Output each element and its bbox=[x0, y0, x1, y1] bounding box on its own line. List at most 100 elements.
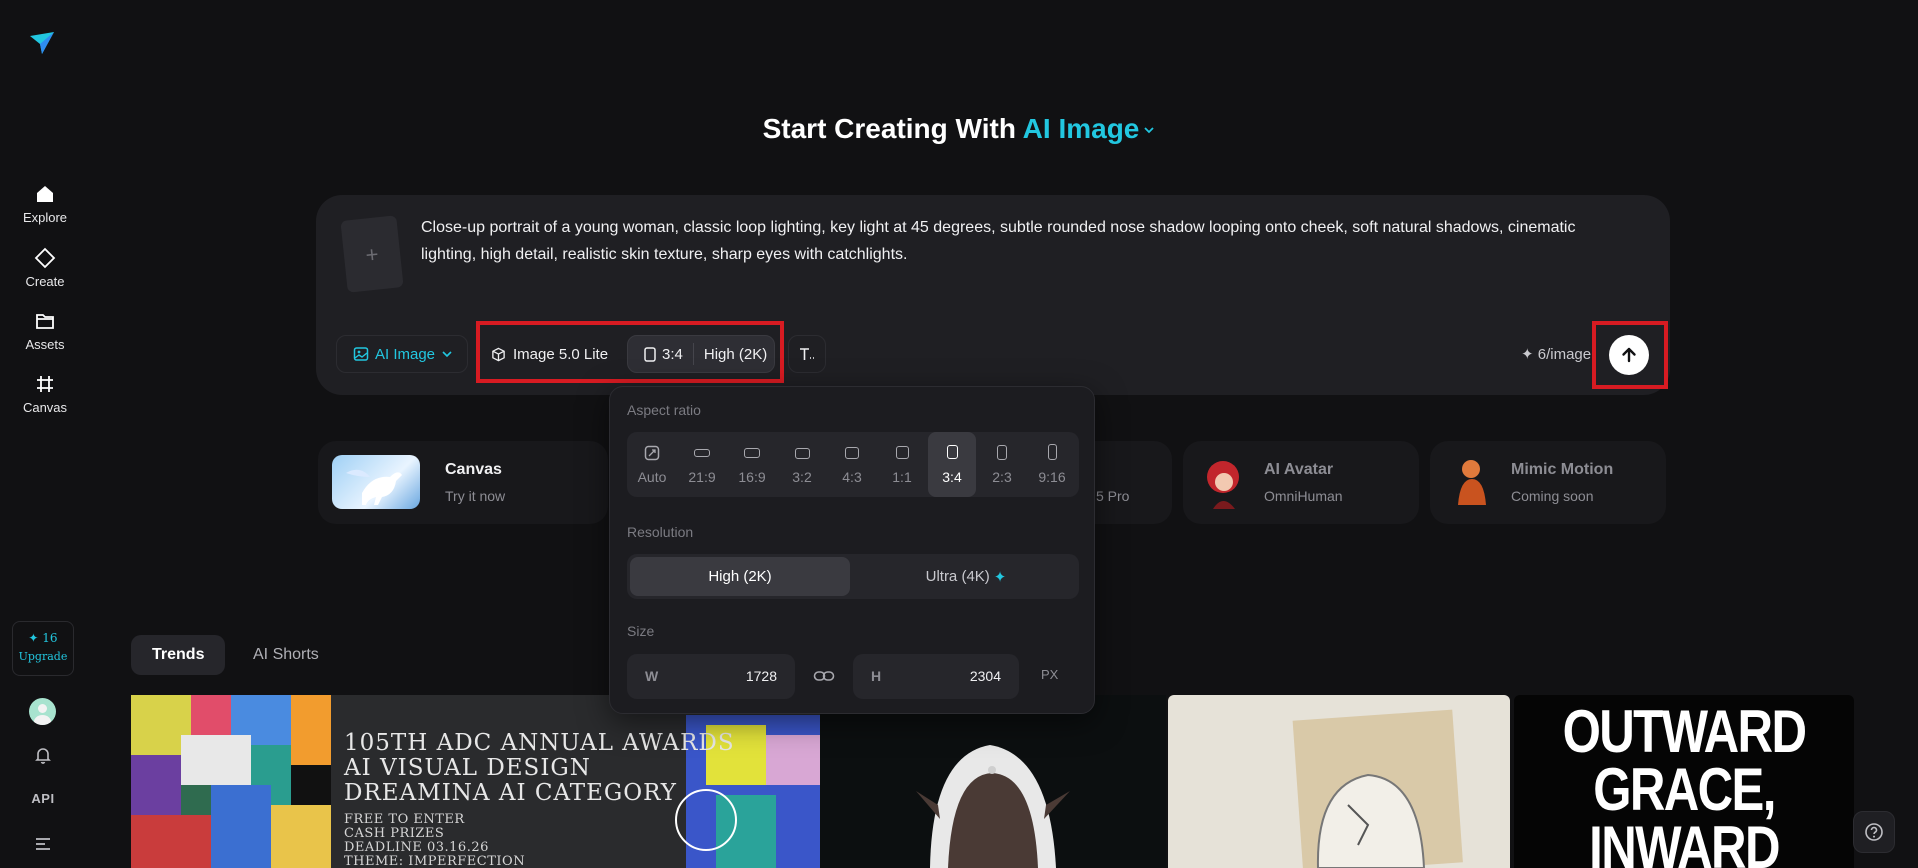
ratio-shape-icon bbox=[895, 446, 909, 459]
card-title: Mimic Motion bbox=[1511, 461, 1614, 478]
resolution-option-ultra[interactable]: Ultra (4K) ✦ bbox=[856, 557, 1076, 596]
link-icon[interactable] bbox=[813, 667, 835, 685]
sidebar-item-canvas[interactable]: Canvas bbox=[0, 373, 90, 415]
adc-detail-line: DEADLINE 03.16.26 bbox=[344, 840, 489, 855]
sidebar-item-assets[interactable]: Assets bbox=[0, 310, 90, 352]
highlight-box bbox=[476, 321, 784, 383]
sidebar-item-create[interactable]: Create bbox=[0, 247, 90, 289]
aspect-ratio-label: Aspect ratio bbox=[627, 402, 701, 418]
adc-line: DREAMINA AI CATEGORY bbox=[344, 780, 677, 806]
menu-icon[interactable] bbox=[35, 837, 51, 851]
gallery-item-typography[interactable]: OUTWARD GRACE, INWARD bbox=[1514, 695, 1854, 868]
ratio-option-1-1[interactable]: 1:1 bbox=[878, 432, 926, 497]
avatar-thumbnail bbox=[1199, 455, 1249, 509]
price-per-image: ✦ 6/image bbox=[1521, 346, 1592, 363]
home-icon bbox=[37, 186, 53, 202]
sidebar-item-explore[interactable]: Explore bbox=[0, 183, 90, 225]
upgrade-button[interactable]: ✦ 16 Upgrade bbox=[12, 621, 74, 676]
text-format-icon bbox=[800, 348, 814, 360]
poster-headline: OUTWARD GRACE, INWARD bbox=[1545, 698, 1824, 868]
size-label: Size bbox=[627, 623, 655, 639]
plus-icon: + bbox=[364, 241, 380, 268]
ratio-option-auto[interactable]: Auto bbox=[628, 432, 676, 497]
upgrade-label: Upgrade bbox=[18, 650, 68, 663]
question-icon bbox=[1865, 823, 1883, 841]
ratio-option-4-3[interactable]: 4:3 bbox=[828, 432, 876, 497]
ratio-option-label: 3:2 bbox=[792, 469, 812, 485]
ratio-option-2-3[interactable]: 2:3 bbox=[978, 432, 1026, 497]
highlight-box bbox=[1592, 321, 1668, 389]
width-field[interactable]: W 1728 bbox=[627, 654, 795, 699]
avatar[interactable] bbox=[29, 698, 56, 725]
canvas-thumbnail bbox=[332, 455, 420, 509]
ratio-option-9-16[interactable]: 9:16 bbox=[1028, 432, 1076, 497]
ratio-option-label: 16:9 bbox=[738, 469, 766, 485]
help-button[interactable] bbox=[1853, 811, 1895, 853]
resolution-label: Resolution bbox=[627, 524, 694, 540]
height-field[interactable]: H 2304 bbox=[853, 654, 1019, 699]
canvas-frame-icon bbox=[37, 376, 53, 392]
sidebar-item-label: Create bbox=[25, 274, 65, 289]
mode-dropdown[interactable]: AI Image bbox=[1023, 113, 1156, 144]
card-subtitle: Coming soon bbox=[1511, 488, 1594, 504]
image-icon bbox=[353, 347, 369, 361]
adc-detail-line: THEME: IMPERFECTION bbox=[344, 854, 526, 868]
ratio-option-label: Auto bbox=[637, 469, 667, 485]
card-title: AI Avatar bbox=[1264, 461, 1334, 478]
app-logo-icon[interactable] bbox=[28, 30, 56, 58]
adc-line: AI VISUAL DESIGN bbox=[344, 755, 591, 781]
mode-dropdown-label: AI Image bbox=[1022, 113, 1140, 144]
tab-ai-shorts[interactable]: AI Shorts bbox=[232, 635, 340, 675]
unit-label: PX bbox=[1041, 667, 1059, 682]
tab-trends[interactable]: Trends bbox=[131, 635, 226, 675]
poster-line: INWARD bbox=[1589, 814, 1780, 868]
mimic-thumbnail bbox=[1446, 455, 1496, 509]
gallery-item-adc-awards[interactable]: 105TH ADC ANNUAL AWARDS AI VISUAL DESIGN… bbox=[131, 695, 820, 868]
add-reference-button[interactable]: + bbox=[340, 215, 404, 293]
card-subtitle: OmniHuman bbox=[1264, 488, 1343, 504]
ratio-shape-icon bbox=[744, 448, 760, 458]
ratio-option-label: 2:3 bbox=[992, 469, 1012, 485]
prompt-input[interactable]: Close-up portrait of a young woman, clas… bbox=[421, 214, 1621, 268]
ratio-option-3-2[interactable]: 3:2 bbox=[778, 432, 826, 497]
ratio-shape-icon bbox=[794, 448, 810, 459]
card-subtitle: 5 Pro bbox=[1096, 488, 1130, 504]
diamond-icon bbox=[34, 247, 56, 269]
adc-details: FREE TO ENTER CASH PRIZES DEADLINE 03.16… bbox=[344, 813, 525, 868]
feature-card-ai-avatar[interactable]: AI Avatar OmniHuman bbox=[1183, 441, 1419, 524]
poster-line: OUTWARD bbox=[1562, 698, 1807, 765]
text-style-button[interactable] bbox=[788, 335, 826, 373]
resolution-options: High (2K) Ultra (4K) ✦ bbox=[627, 554, 1079, 599]
ratio-option-16-9[interactable]: 16:9 bbox=[728, 432, 776, 497]
folder-icon bbox=[36, 314, 54, 329]
feature-card-mimic-motion[interactable]: Mimic Motion Coming soon bbox=[1430, 441, 1666, 524]
ratio-option-3-4[interactable]: 3:4 bbox=[928, 432, 976, 497]
chevron-down-icon bbox=[1144, 127, 1155, 134]
ratio-option-label: 4:3 bbox=[842, 469, 862, 485]
height-value: 2304 bbox=[969, 668, 1001, 684]
mode-selector-button[interactable]: AI Image bbox=[336, 335, 468, 373]
sparkle-icon: ✦ bbox=[993, 568, 1007, 586]
card-subtitle: Try it now bbox=[445, 488, 506, 504]
poster-line: GRACE, bbox=[1593, 756, 1776, 823]
ratio-shape-icon bbox=[997, 445, 1007, 460]
width-label: W bbox=[645, 668, 659, 684]
gallery-item-sculpture[interactable] bbox=[1168, 695, 1510, 868]
gallery-item-portrait[interactable] bbox=[820, 695, 1166, 868]
api-link[interactable]: API bbox=[0, 791, 86, 806]
auto-ratio-icon bbox=[644, 445, 660, 461]
adc-detail-line: FREE TO ENTER bbox=[344, 812, 465, 827]
card-title: Canvas bbox=[445, 461, 502, 478]
ratio-option-label: 3:4 bbox=[942, 469, 962, 485]
resolution-option-high[interactable]: High (2K) bbox=[630, 557, 850, 596]
resolution-option-label: Ultra (4K) bbox=[925, 568, 990, 585]
ratio-shape-icon bbox=[694, 449, 710, 457]
aspect-ratio-popover: Aspect ratio Auto 21:9 16:9 3:2 4:3 1:1 … bbox=[609, 386, 1095, 714]
pegasus-image bbox=[346, 469, 402, 505]
feature-card-canvas[interactable]: Canvas Try it now bbox=[318, 441, 608, 524]
sculpture-collage-image bbox=[1292, 709, 1463, 868]
bell-icon[interactable] bbox=[33, 745, 53, 765]
mode-selector-label: AI Image bbox=[375, 345, 436, 363]
ratio-option-21-9[interactable]: 21:9 bbox=[678, 432, 726, 497]
sidebar-item-label: Canvas bbox=[22, 400, 68, 415]
